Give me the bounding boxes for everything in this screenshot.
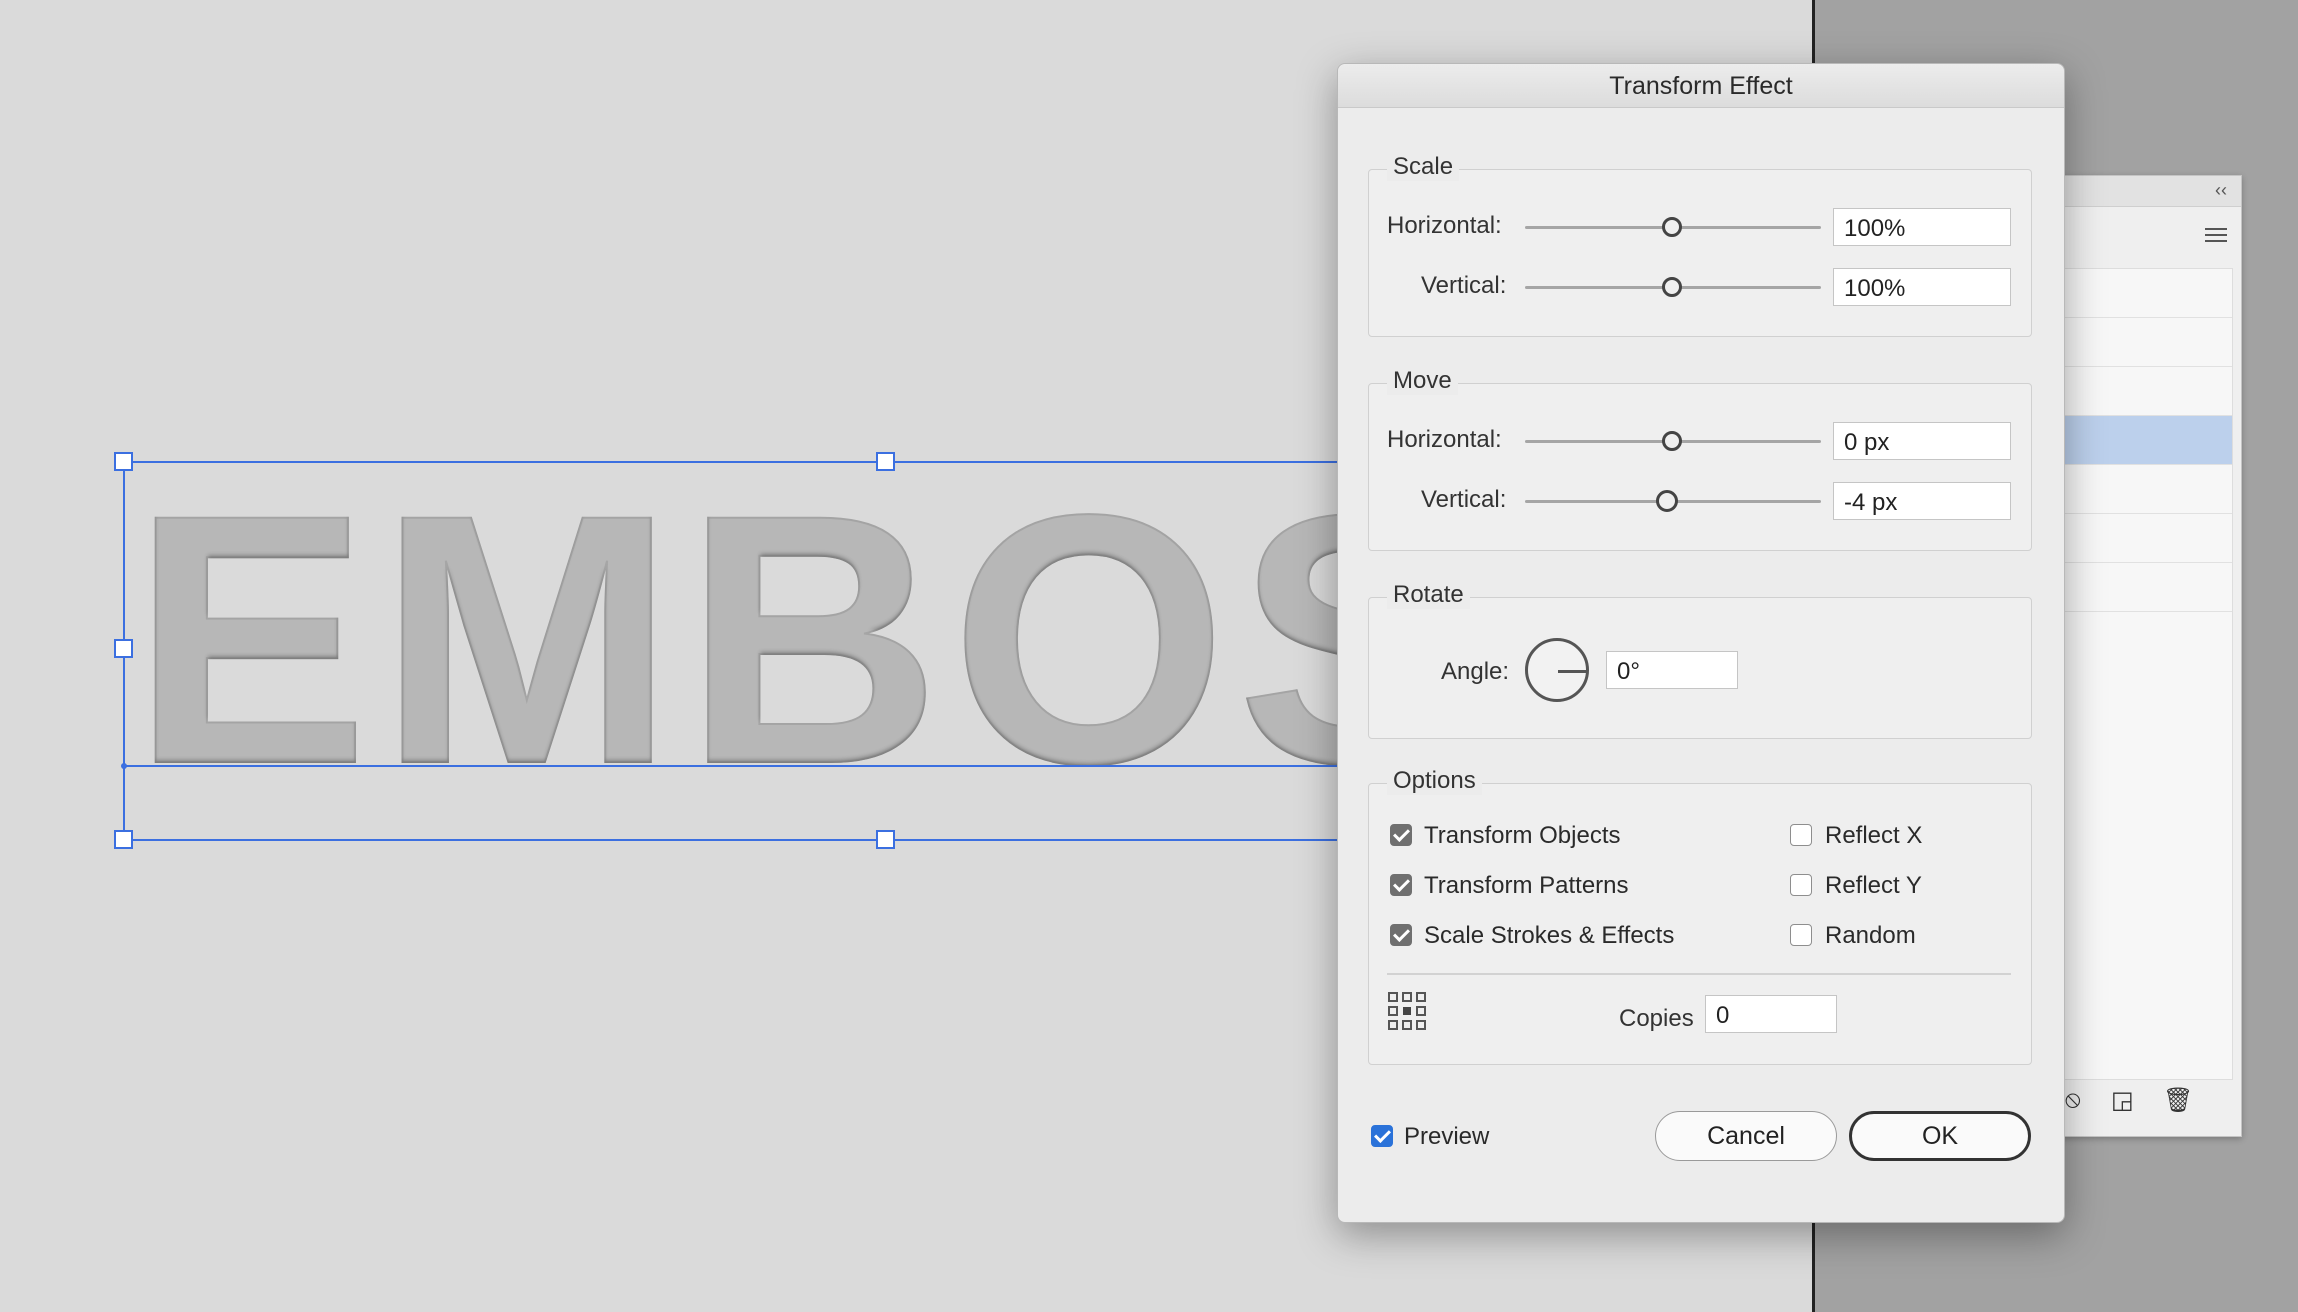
transform-objects-label: Transform Objects [1424, 822, 1621, 850]
reflect-x-label: Reflect X [1825, 822, 1922, 850]
list-item[interactable] [2062, 318, 2232, 367]
reflect-x-checkbox[interactable] [1790, 824, 1812, 846]
scale-strokes-label: Scale Strokes & Effects [1424, 922, 1674, 950]
rotate-angle-label: Angle: [1441, 658, 1509, 686]
baseline-anchor [121, 763, 127, 769]
scale-horizontal-knob[interactable] [1662, 217, 1682, 237]
scale-horizontal-label: Horizontal: [1387, 212, 1502, 240]
list-item[interactable] [2062, 269, 2232, 318]
move-group: Move Horizontal: 0 px Vertical: -4 px [1368, 383, 2032, 551]
preview-label: Preview [1404, 1123, 1489, 1151]
random-label: Random [1825, 922, 1916, 950]
list-item[interactable] [2062, 367, 2232, 416]
move-horizontal-label: Horizontal: [1387, 426, 1502, 454]
new-item-icon[interactable]: ◲ [2111, 1086, 2134, 1115]
canvas-artwork[interactable]: EMBOSS [0, 0, 1340, 1312]
panel-topbar: ‹‹ [2061, 176, 2241, 207]
panel-menu-icon[interactable] [2205, 224, 2227, 246]
move-horizontal-input[interactable]: 0 px [1833, 422, 2011, 460]
random-checkbox[interactable] [1790, 924, 1812, 946]
scale-strokes-checkbox[interactable] [1390, 924, 1412, 946]
cancel-button[interactable]: Cancel [1655, 1111, 1837, 1161]
scale-group: Scale Horizontal: 100% Vertical: 100% [1368, 169, 2032, 337]
move-vertical-label: Vertical: [1421, 486, 1506, 514]
rotate-group: Rotate Angle: 0° [1368, 597, 2032, 739]
reflect-y-label: Reflect Y [1825, 872, 1922, 900]
trash-icon[interactable]: 🗑 [2163, 1086, 2193, 1115]
move-vertical-knob[interactable] [1656, 490, 1678, 512]
angle-needle [1558, 670, 1586, 673]
scale-vertical-label: Vertical: [1421, 272, 1506, 300]
scale-legend: Scale [1387, 153, 1459, 181]
move-vertical-input[interactable]: -4 px [1833, 482, 2011, 520]
scale-vertical-knob[interactable] [1662, 277, 1682, 297]
list-item-selected[interactable] [2062, 416, 2232, 465]
angle-dial[interactable] [1525, 638, 1589, 702]
list-item[interactable] [2062, 563, 2232, 612]
clear-icon[interactable]: ⦸ [2065, 1086, 2081, 1114]
rotate-angle-input[interactable]: 0° [1606, 651, 1738, 689]
layers-panel: ‹‹ ⦸ ◲ 🗑 [2060, 175, 2242, 1137]
options-separator [1387, 973, 2011, 975]
emboss-text: EMBOSS [132, 442, 1340, 838]
transform-patterns-label: Transform Patterns [1424, 872, 1629, 900]
transform-objects-checkbox[interactable] [1390, 824, 1412, 846]
preview-checkbox[interactable] [1371, 1125, 1393, 1147]
scale-horizontal-input[interactable]: 100% [1833, 208, 2011, 246]
transform-patterns-checkbox[interactable] [1390, 874, 1412, 896]
panel-list [2061, 268, 2233, 1080]
list-item[interactable] [2062, 514, 2232, 563]
scale-vertical-input[interactable]: 100% [1833, 268, 2011, 306]
list-item[interactable] [2062, 465, 2232, 514]
rotate-legend: Rotate [1387, 581, 1470, 609]
transform-effect-dialog: Transform Effect Scale Horizontal: 100% … [1337, 63, 2065, 1223]
dialog-title: Transform Effect [1338, 64, 2064, 108]
options-group: Options Transform Objects Transform Patt… [1368, 783, 2032, 1065]
options-legend: Options [1387, 767, 1482, 795]
move-horizontal-knob[interactable] [1662, 431, 1682, 451]
ok-button[interactable]: OK [1849, 1111, 2031, 1161]
panel-footer: ⦸ ◲ 🗑 [2061, 1086, 2241, 1116]
move-legend: Move [1387, 367, 1458, 395]
reflect-y-checkbox[interactable] [1790, 874, 1812, 896]
collapse-icon[interactable]: ‹‹ [2215, 180, 2227, 201]
reference-point-icon[interactable] [1387, 991, 1427, 1031]
copies-input[interactable]: 0 [1705, 995, 1837, 1033]
copies-label: Copies [1619, 1005, 1694, 1033]
